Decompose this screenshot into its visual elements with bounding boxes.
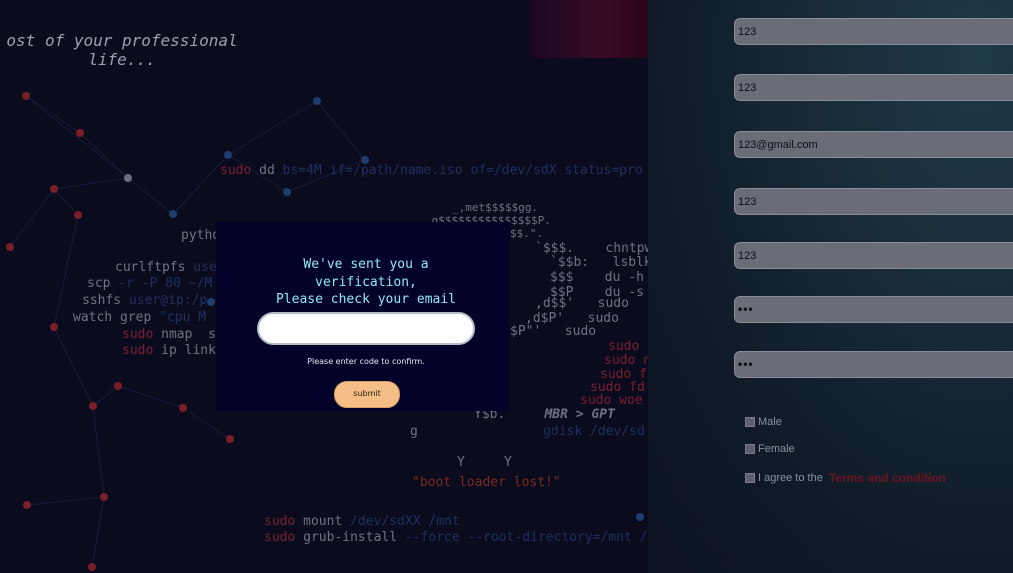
male-label: Male <box>758 416 782 428</box>
ascii-art-line: $P"' sudo <box>510 324 597 339</box>
agree-label: I agree to the <box>758 472 823 484</box>
terminal-line-ip: sudo ip link <box>122 343 216 358</box>
ascii-art-line: ,d$$' sudo <box>535 296 629 311</box>
name-field[interactable] <box>734 74 1013 101</box>
ascii-art-line: _,met$$$$$gg. <box>452 201 539 214</box>
verification-modal: We've sent you a verification, Please ch… <box>216 222 510 411</box>
verification-code-input[interactable] <box>257 312 475 345</box>
terminal-line-nmap: sudo nmap s <box>122 327 216 342</box>
email-field[interactable] <box>734 131 1013 158</box>
terminal-line: sudo <box>608 339 640 354</box>
terminal-line-grub: sudo grub-install --force --root-directo… <box>264 530 648 545</box>
terminal-line-gdisk: g gdisk /dev/sd <box>410 424 645 439</box>
gender-male-option[interactable]: Male <box>745 416 782 428</box>
ascii-art-line: $$$ du -h <box>550 270 644 285</box>
ascii-art-line: Y Y <box>457 455 512 470</box>
username-field[interactable] <box>734 18 1013 45</box>
gender-female-option[interactable]: Female <box>745 443 795 455</box>
terms-link[interactable]: Terms and condition <box>829 471 946 485</box>
terminal-line-python: pytho <box>181 228 221 243</box>
tagline-text: ost of your professional life... <box>6 31 238 69</box>
extra-field[interactable] <box>734 242 1013 269</box>
terminal-line-scp: scp -r -P 80 ~/M <box>87 276 213 291</box>
terminal-line-sshfs: sshfs user@ip:/p <box>82 293 208 308</box>
terminal-line: sudo woe <box>580 393 643 408</box>
password-field[interactable]: ••• <box>734 296 1013 323</box>
confirm-password-field[interactable]: ••• <box>734 351 1013 378</box>
terminal-line-curlftpfs: curlftpfs use <box>115 260 217 275</box>
submit-button[interactable]: submit <box>334 381 400 408</box>
ascii-art-line: `$$b: lsblk <box>550 255 648 270</box>
terms-checkbox[interactable] <box>745 473 755 483</box>
modal-hint: Please enter code to confirm. <box>307 357 425 366</box>
female-checkbox[interactable] <box>745 444 755 454</box>
ascii-art-line: `$$$. chntpw - <box>535 241 648 256</box>
terminal-line-watch: watch grep "cpu M <box>73 310 207 325</box>
ascii-art-line: $$.". <box>510 227 544 240</box>
registration-panel: ••• ••• Male Female I agree to the Terms… <box>648 0 1013 573</box>
terminal-line-bootloader: "boot loader lost!" <box>412 475 561 490</box>
male-checkbox[interactable] <box>745 417 755 427</box>
terminal-line: sudo n <box>604 353 648 368</box>
terms-agreement[interactable]: I agree to the Terms and condition <box>745 471 946 485</box>
phone-field[interactable] <box>734 188 1013 215</box>
female-label: Female <box>758 443 795 455</box>
modal-title: We've sent you a verification, Please ch… <box>275 257 456 307</box>
terminal-line-mount: sudo mount /dev/sdXX /mnt <box>264 514 460 529</box>
terminal-line-dd: sudo dd bs=4M if=/path/name.iso of=/dev/… <box>220 163 643 178</box>
